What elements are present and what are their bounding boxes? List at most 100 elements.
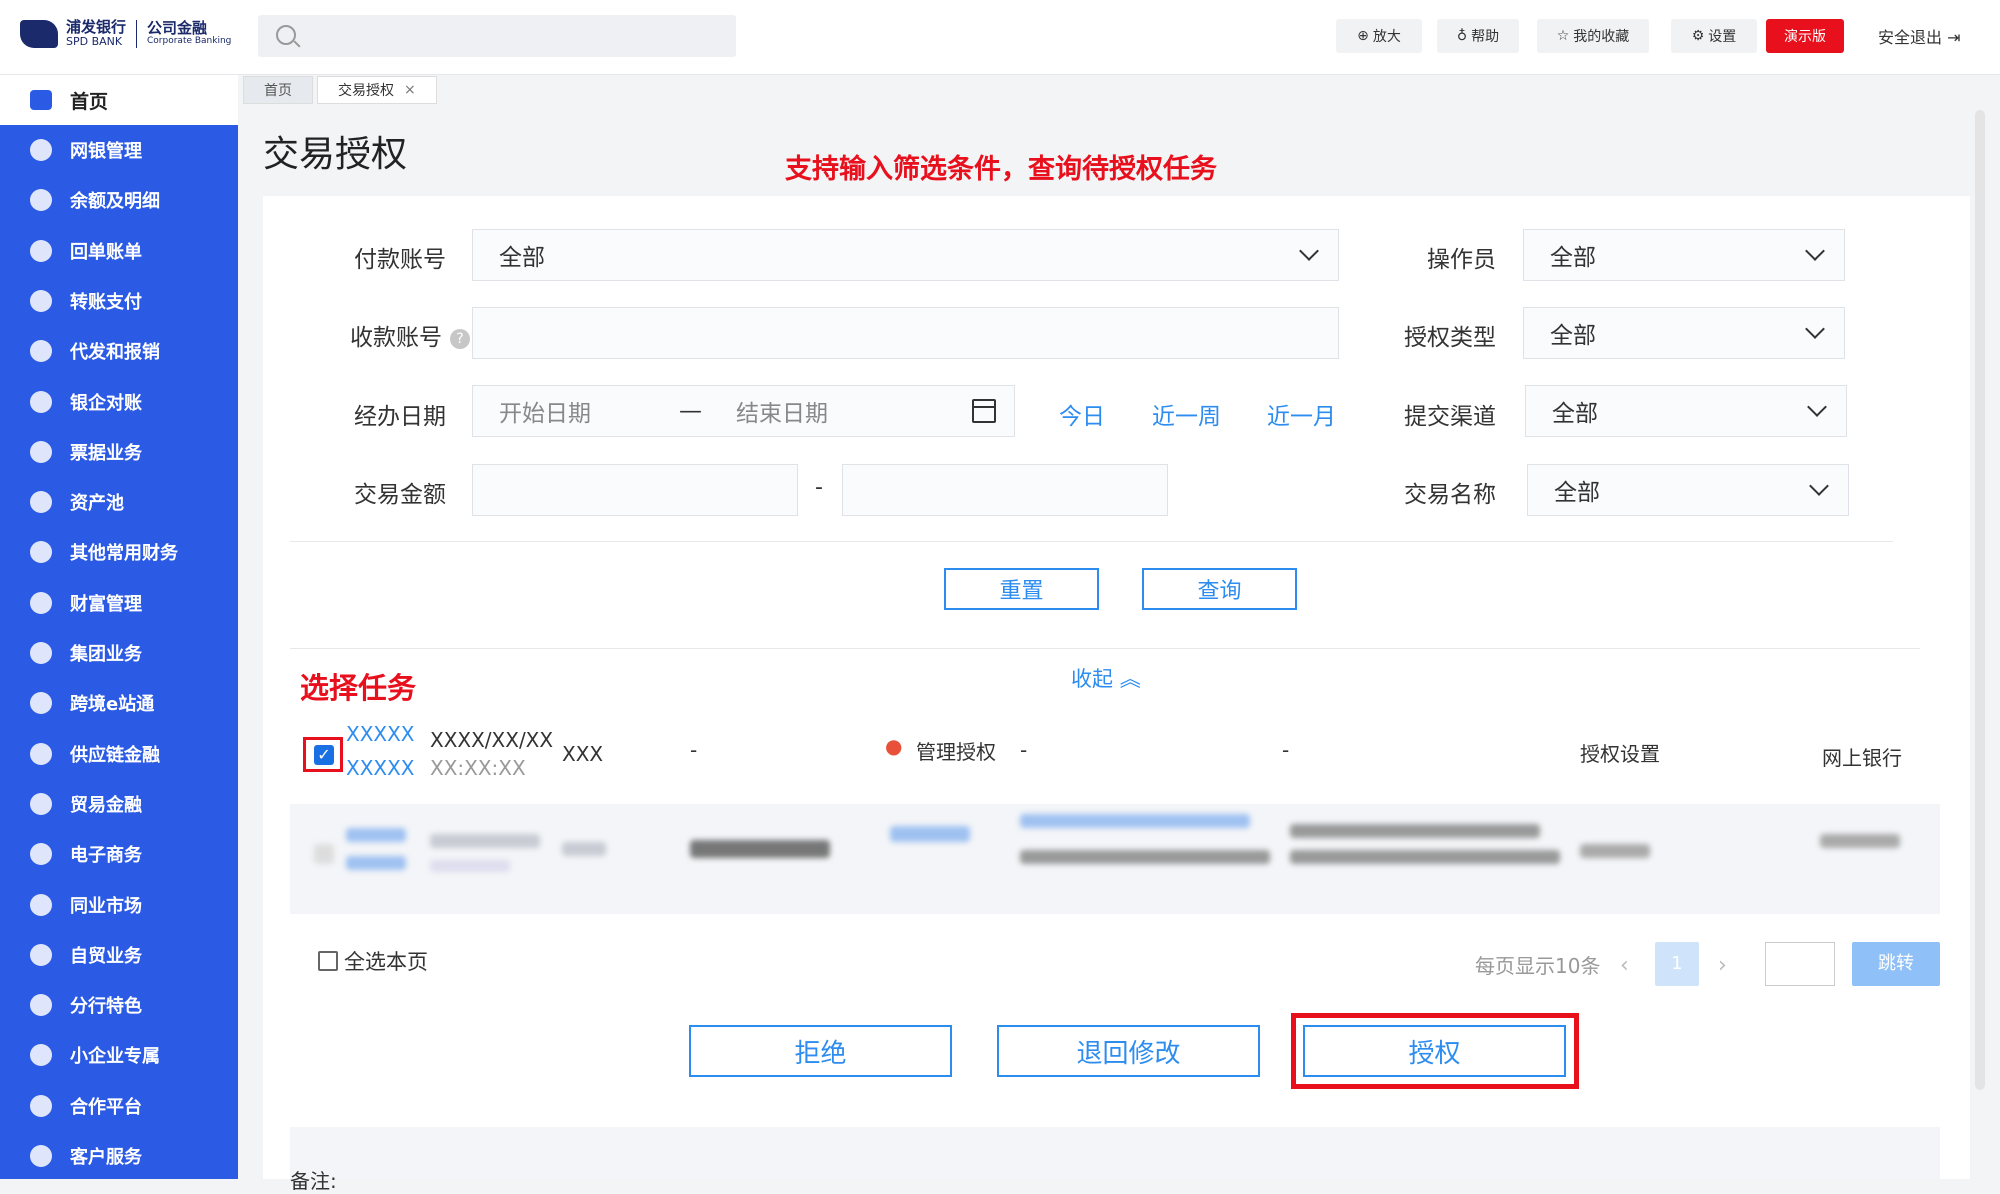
top-bar: 浦发银行 SPD BANK 公司金融 Corporate Banking ⊕ 放大… <box>0 0 2000 75</box>
help-button[interactable]: ♁ 帮助 <box>1437 19 1519 53</box>
blurred-cell <box>1290 824 1540 838</box>
sidebar-item-label: 银企对账 <box>70 392 142 414</box>
settings-button[interactable]: ⚙ 设置 <box>1671 19 1757 53</box>
blurred-cell <box>690 840 830 858</box>
sidebar-item[interactable]: 同业市场 <box>0 880 238 930</box>
checkbox[interactable] <box>318 951 338 971</box>
sidebar-item[interactable]: 自贸业务 <box>0 930 238 980</box>
close-icon[interactable]: × <box>404 82 416 98</box>
sidebar-item[interactable]: 合作平台 <box>0 1081 238 1131</box>
tab-label: 首页 <box>264 83 292 99</box>
txn-name-value: 全部 <box>1554 480 1600 506</box>
prev-page-button[interactable]: ‹ <box>1620 953 1629 978</box>
menu-icon <box>30 139 52 161</box>
favorites-button[interactable]: ☆ 我的收藏 <box>1537 19 1649 53</box>
sidebar-item[interactable]: 客户服务 <box>0 1131 238 1181</box>
end-date-input[interactable]: 结束日期 <box>736 394 828 428</box>
calendar-icon[interactable] <box>972 399 996 423</box>
menu-icon <box>30 239 52 262</box>
operator-label: 操作员 <box>1427 247 1496 273</box>
annotation-select-note: 选择任务 <box>300 671 417 705</box>
sidebar-item[interactable]: 票据业务 <box>0 427 238 477</box>
recv-account-label-text: 收款账号 <box>350 325 442 351</box>
jump-page-input[interactable] <box>1765 942 1835 986</box>
date-separator: — <box>679 398 702 424</box>
logout-button[interactable]: 安全退出 ⇥ <box>1878 24 1961 48</box>
menu-icon <box>30 1145 52 1167</box>
sidebar-item[interactable]: 回单账单 <box>0 226 238 276</box>
sidebar-item-label: 代发和报销 <box>70 342 160 364</box>
sidebar-item-label: 转账支付 <box>70 291 142 313</box>
quick-date-month[interactable]: 近一月 <box>1267 397 1336 431</box>
blurred-cell <box>430 834 540 848</box>
remark-area[interactable] <box>290 1127 1940 1179</box>
menu-icon <box>30 742 52 765</box>
sidebar-item[interactable]: 转账支付 <box>0 276 238 326</box>
sidebar-item-label: 网银管理 <box>70 141 142 162</box>
pay-account-select[interactable]: 全部 <box>472 229 1339 281</box>
reset-button[interactable]: 重置 <box>944 568 1099 610</box>
sidebar-item-label: 余额及明细 <box>70 191 160 213</box>
sidebar-item[interactable]: 余额及明细 <box>0 175 238 225</box>
sidebar-item[interactable]: 跨境e站通 <box>0 678 238 728</box>
sidebar-item[interactable]: 代发和报销 <box>0 326 238 376</box>
sidebar-item[interactable]: 银企对账 <box>0 377 238 427</box>
menu-icon <box>30 943 52 966</box>
help-icon[interactable]: ? <box>450 328 470 349</box>
sidebar-item[interactable]: 集团业务 <box>0 628 238 678</box>
recv-account-label: 收款账号? <box>310 318 470 352</box>
sidebar-item[interactable]: 供应链金融 <box>0 729 238 779</box>
collapse-toggle[interactable]: 收起 ︽ <box>1071 663 1141 693</box>
bank-logo[interactable]: 浦发银行 SPD BANK 公司金融 Corporate Banking <box>20 20 231 48</box>
search-icon <box>276 25 296 45</box>
operator-select[interactable]: 全部 <box>1523 229 1845 281</box>
sidebar-item[interactable]: 小企业专属 <box>0 1030 238 1080</box>
sidebar-item-label: 回单账单 <box>70 241 142 263</box>
task-id-line1[interactable]: XXXXX <box>346 722 415 746</box>
recv-account-input[interactable] <box>472 307 1339 359</box>
auth-type-select[interactable]: 全部 <box>1523 307 1845 359</box>
txn-name-select[interactable]: 全部 <box>1527 464 1849 516</box>
logo-en: SPD BANK <box>66 35 123 49</box>
lightbulb-icon: ♁ <box>1456 28 1468 44</box>
sidebar-item[interactable]: 其他常用财务 <box>0 527 238 577</box>
tab-home[interactable]: 首页 <box>243 76 313 104</box>
select-all-page[interactable]: 全选本页 <box>318 946 428 976</box>
demo-badge[interactable]: 演示版 <box>1766 19 1844 53</box>
annotation-filter-note: 支持输入筛选条件，查询待授权任务 <box>785 154 1217 185</box>
task-col6: - <box>1020 738 1028 762</box>
sidebar-item-home[interactable]: 首页 <box>0 75 238 125</box>
amount-min-input[interactable] <box>472 464 798 516</box>
scrollbar[interactable] <box>1975 110 1985 1090</box>
chevron-double-up-icon: ︽ <box>1119 667 1141 691</box>
return-edit-button[interactable]: 退回修改 <box>997 1025 1260 1077</box>
zoom-button[interactable]: ⊕ 放大 <box>1336 19 1422 53</box>
quick-date-week[interactable]: 近一周 <box>1152 397 1221 431</box>
sidebar-item[interactable]: 资产池 <box>0 477 238 527</box>
logout-label: 安全退出 <box>1878 28 1943 47</box>
amount-max-input[interactable] <box>842 464 1168 516</box>
sidebar-item[interactable]: 分行特色 <box>0 980 238 1030</box>
next-page-button[interactable]: › <box>1718 953 1727 978</box>
pay-account-label: 付款账号 <box>354 247 446 273</box>
sidebar-item[interactable]: 贸易金融 <box>0 779 238 829</box>
sidebar-item[interactable]: 网银管理 <box>0 125 238 175</box>
sidebar-item[interactable]: 财富管理 <box>0 578 238 628</box>
search-input[interactable] <box>258 15 736 57</box>
page-number-current[interactable]: 1 <box>1655 942 1699 986</box>
txn-name-label: 交易名称 <box>1404 482 1496 508</box>
task-checkbox-highlight[interactable]: ✓ <box>303 737 343 772</box>
start-date-input[interactable]: 开始日期 <box>499 394 591 428</box>
sidebar-item[interactable]: 电子商务 <box>0 829 238 879</box>
task-id-line2[interactable]: XXXXX <box>346 756 415 780</box>
reject-button[interactable]: 拒绝 <box>689 1025 952 1077</box>
tab-transaction-auth[interactable]: 交易授权 × <box>317 76 437 104</box>
date-range-picker[interactable]: 开始日期 — 结束日期 <box>472 385 1015 437</box>
quick-date-today[interactable]: 今日 <box>1059 397 1105 431</box>
authorize-button[interactable]: 授权 <box>1303 1025 1566 1077</box>
channel-select[interactable]: 全部 <box>1525 385 1847 437</box>
query-button[interactable]: 查询 <box>1142 568 1297 610</box>
jump-button[interactable]: 跳转 <box>1852 942 1940 986</box>
blurred-cell <box>1820 834 1900 848</box>
sidebar-item-label: 分行特色 <box>70 996 142 1018</box>
